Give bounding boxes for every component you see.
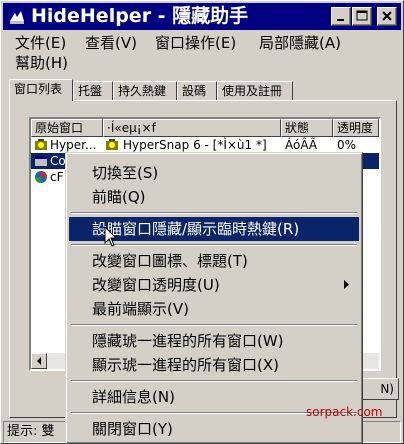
menu-separator <box>71 212 357 214</box>
menu-item-change-opacity[interactable]: 改變窗口透明度(U) <box>69 273 359 297</box>
close-icon <box>382 11 392 21</box>
tab-hotkeys[interactable]: 持久熱鍵 <box>113 81 177 100</box>
colorful-app-icon <box>35 171 47 183</box>
column-original-window[interactable]: 原始窗口 <box>31 119 103 137</box>
menu-item-preview[interactable]: 前瞄(Q) <box>69 185 359 209</box>
column-opacity[interactable]: 透明度 <box>333 119 379 137</box>
hypersnap-icon <box>106 139 118 150</box>
minimize-button[interactable] <box>331 7 351 26</box>
watermark-text: sorpack.com <box>306 405 383 419</box>
menu-help[interactable]: 幫助(H) <box>15 53 68 73</box>
menu-bar: 文件(E) 查看(V) 窗口操作(E) 局部隱藏(A) 幫助(H) <box>5 31 395 75</box>
menu-item-close-window[interactable]: 關閉窗口(Y) <box>69 417 359 441</box>
table-row[interactable]: Hyper... HyperSnap 6 - [*Ì×ù1 *] ÁóÂÃ 0% <box>31 137 379 153</box>
arrow-left-icon <box>37 357 41 365</box>
menu-partial-hide[interactable]: 局部隱藏(A) <box>259 33 341 53</box>
submenu-arrow-icon <box>344 280 349 289</box>
context-menu[interactable]: 切換至(S) 前瞄(Q) 設瞄窗口隱藏/顯示臨時熱鍵(R) 改變窗口圖標、標題(… <box>65 152 363 444</box>
menu-item-show-process-windows[interactable]: 顯示琥一進程的所有窗口(X) <box>69 353 359 377</box>
tab-tray[interactable]: 托盤 <box>73 81 113 100</box>
row-title: HyperSnap 6 - [*Ì×ù1 *] <box>123 138 267 152</box>
maximize-button[interactable] <box>352 7 372 26</box>
mouse-cursor-icon <box>104 226 118 247</box>
tab-password[interactable]: 設碼 <box>177 81 217 100</box>
title-bar[interactable]: HideHelper - 隱藏助手 <box>3 3 401 30</box>
tab-register[interactable]: 使用及註冊 <box>217 81 293 100</box>
minimize-icon <box>337 19 344 21</box>
row-opacity: 0% <box>337 138 357 152</box>
close-button[interactable] <box>377 7 397 26</box>
menu-separator <box>71 380 357 382</box>
menu-window-ops[interactable]: 窗口操作(E) <box>155 33 236 53</box>
row-original-window: Hyper... <box>50 138 97 152</box>
menu-item-switch-to[interactable]: 切換至(S) <box>69 161 359 185</box>
menu-separator <box>71 324 357 326</box>
menu-item-hide-process-windows[interactable]: 隱藏琥一進程的所有窗口(W) <box>69 329 359 353</box>
column-status[interactable]: 狀態 <box>281 119 333 137</box>
menu-item-always-on-top[interactable]: 最前端顯示(V) <box>69 297 359 321</box>
hidehelper-app-icon[interactable] <box>7 7 27 27</box>
menu-file[interactable]: 文件(E) <box>15 33 66 53</box>
hypersnap-icon <box>35 139 47 150</box>
menu-item-label: 改變窗口透明度(U) <box>92 276 220 294</box>
scroll-left-button[interactable] <box>31 353 47 369</box>
maximize-icon <box>356 10 368 21</box>
window-icon <box>35 156 47 166</box>
list-header: 原始窗口 ·Í«eµ¡×f 狀態 透明度 <box>31 119 379 137</box>
window-title: HideHelper - 隱藏助手 <box>31 5 249 27</box>
row-status: ÁóÂÃ <box>285 138 318 152</box>
tab-window-list[interactable]: 窗口列表 <box>9 79 73 101</box>
menu-view[interactable]: 查看(V) <box>85 33 137 53</box>
menu-item-change-icon-title[interactable]: 改變窗口圖標、標題(T) <box>69 249 359 273</box>
column-title[interactable]: ·Í«eµ¡×f <box>103 119 281 137</box>
